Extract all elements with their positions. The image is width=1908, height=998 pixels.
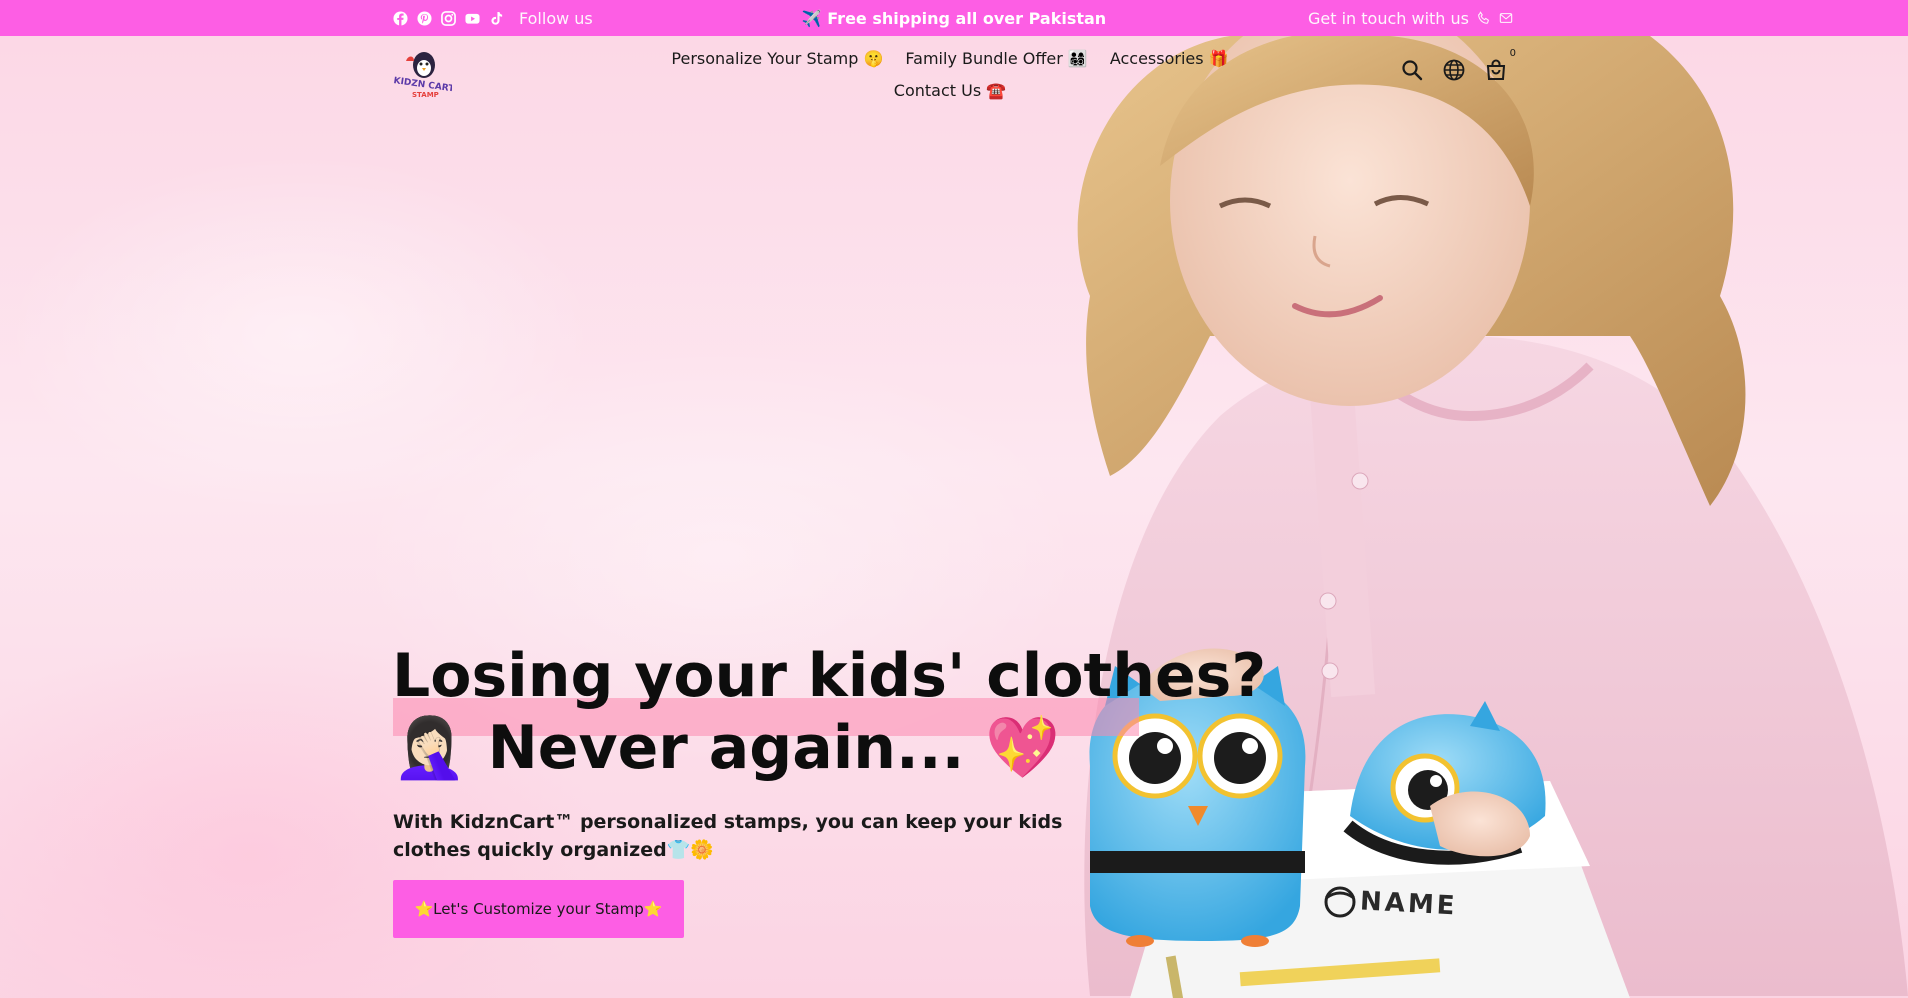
bag-icon: [1486, 59, 1506, 80]
header-icons: 0: [1400, 48, 1516, 82]
globe-icon[interactable]: [1442, 58, 1466, 82]
nav-item-personalize[interactable]: Personalize Your Stamp 🤫: [671, 49, 883, 68]
pinterest-icon[interactable]: [417, 10, 432, 26]
hero-image: NAME: [1077, 36, 1908, 998]
svg-text:STAMP: STAMP: [412, 91, 439, 99]
email-icon[interactable]: [1499, 11, 1513, 25]
tiktok-icon[interactable]: [489, 11, 504, 26]
search-icon[interactable]: [1400, 58, 1424, 82]
hero-headline: Losing your kids' clothes? 🤦🏻‍♀️ Never a…: [392, 640, 1267, 784]
headline-line-1: Losing your kids' clothes?: [392, 641, 1267, 711]
main-nav: Personalize Your Stamp 🤫 Family Bundle O…: [671, 42, 1228, 106]
hero-subtext: With KidznCart™ personalized stamps, you…: [393, 811, 1063, 861]
follow-us-label: Follow us: [519, 8, 593, 28]
nav-item-family-bundle[interactable]: Family Bundle Offer 👨‍👩‍👧‍👦: [905, 49, 1087, 68]
nav-row-2: Contact Us ☎️: [680, 74, 1220, 106]
contact-label: Get in touch with us: [1307, 8, 1469, 28]
youtube-icon[interactable]: [465, 11, 480, 26]
nav-item-contact[interactable]: Contact Us ☎️: [894, 81, 1006, 100]
cart-button[interactable]: 0: [1484, 48, 1516, 82]
instagram-icon[interactable]: [441, 10, 456, 26]
nav-item-accessories[interactable]: Accessories 🎁: [1110, 49, 1229, 68]
stamp-text: NAME: [1359, 886, 1458, 921]
cart-count-badge: 0: [1509, 48, 1516, 59]
facebook-icon[interactable]: [393, 10, 408, 26]
contact-links: Get in touch with us: [1308, 9, 1513, 28]
nav-row-1: Personalize Your Stamp 🤫 Family Bundle O…: [671, 42, 1228, 74]
announcement-bar: Follow us Get in touch with us ✈️ Free s…: [0, 0, 1908, 36]
announcement-text[interactable]: ✈️ Free shipping all over Pakistan: [802, 9, 1106, 28]
customize-stamp-button[interactable]: ⭐Let's Customize your Stamp⭐: [393, 880, 684, 938]
social-links: Follow us: [393, 9, 593, 28]
phone-icon[interactable]: [1477, 11, 1491, 25]
headline-line-2: 🤦🏻‍♀️ Never again... 💖: [392, 713, 1060, 783]
logo[interactable]: KIDZN CART STAMP: [392, 47, 452, 99]
